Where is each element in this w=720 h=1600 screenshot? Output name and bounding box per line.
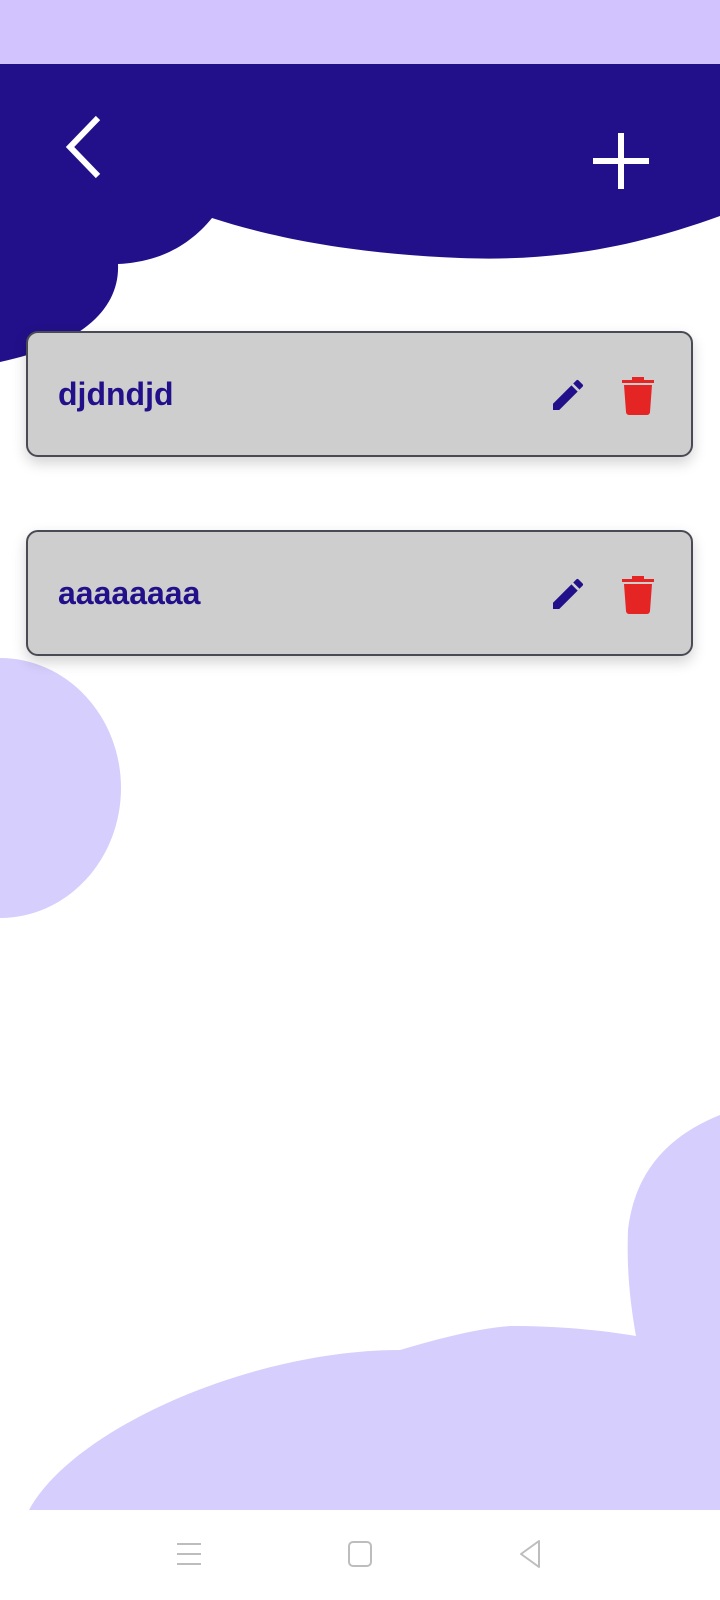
status-bar: [0, 0, 720, 64]
edit-button[interactable]: [548, 375, 588, 415]
background-shapes: [0, 64, 720, 1512]
back-icon: [520, 1540, 540, 1568]
list-item[interactable]: aaaaaaaa: [26, 530, 693, 656]
bottom-blob: [28, 1115, 720, 1512]
edit-button[interactable]: [548, 574, 588, 614]
trash-icon: [622, 576, 654, 614]
menu-icon: [177, 1543, 201, 1565]
pencil-icon: [553, 578, 584, 609]
left-circle-decoration: [0, 658, 121, 918]
nav-menu-button[interactable]: [174, 1538, 204, 1570]
nav-home-button[interactable]: [345, 1538, 375, 1570]
list-item[interactable]: djdndjd: [26, 331, 693, 457]
chevron-left-icon: [65, 115, 101, 179]
system-nav-bar: [0, 1510, 720, 1600]
pencil-icon: [553, 379, 584, 410]
plus-icon: [593, 133, 649, 189]
trash-icon: [622, 377, 654, 415]
nav-back-button[interactable]: [515, 1538, 545, 1570]
delete-button[interactable]: [622, 375, 654, 415]
home-icon: [348, 1541, 372, 1567]
delete-button[interactable]: [622, 574, 654, 614]
add-button[interactable]: [590, 130, 652, 192]
item-title: djdndjd: [58, 375, 174, 412]
item-title: aaaaaaaa: [58, 574, 201, 611]
back-button[interactable]: [60, 112, 106, 182]
header-blob: [0, 64, 720, 362]
